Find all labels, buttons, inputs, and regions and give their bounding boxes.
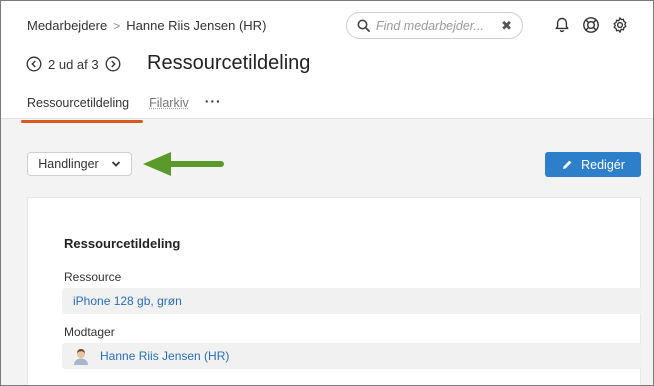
bell-icon[interactable] (553, 16, 571, 34)
pencil-icon (563, 160, 572, 169)
resource-link[interactable]: iPhone 128 gb, grøn (73, 294, 182, 308)
breadcrumb-root-link[interactable]: Medarbejdere (27, 18, 107, 33)
tab-filarkiv[interactable]: Filarkiv (143, 96, 195, 115)
chevron-right-icon: > (113, 18, 121, 33)
clear-icon[interactable]: ✖ (501, 18, 512, 34)
next-record-icon[interactable] (105, 56, 121, 72)
actions-dropdown-button[interactable]: Handlinger (27, 152, 132, 176)
more-tabs-icon[interactable]: ··· (205, 94, 222, 108)
edit-label: Redigér (581, 157, 625, 172)
chevron-down-icon (111, 161, 120, 167)
tab-ressourcetildeling[interactable]: Ressourcetildeling (21, 96, 144, 123)
record-pager: 2 ud af 3 (26, 56, 121, 72)
avatar (73, 347, 89, 365)
resource-card: Ressourcetildeling Ressource iPhone 128 … (27, 197, 642, 385)
pager-text: 2 ud af 3 (48, 56, 99, 72)
recipient-label: Modtager (64, 325, 115, 339)
page-header: Medarbejdere > Hanne Riis Jensen (HR) Fi… (1, 1, 653, 123)
help-lifebuoy-icon[interactable] (582, 16, 600, 34)
edit-button[interactable]: Redigér (545, 152, 641, 177)
gear-icon[interactable] (611, 16, 629, 34)
actions-label: Handlinger (38, 157, 99, 171)
recipient-link[interactable]: Hanne Riis Jensen (HR) (100, 349, 229, 363)
breadcrumb-current: Hanne Riis Jensen (HR) (126, 18, 267, 33)
search-placeholder: Find medarbejder... (376, 18, 484, 33)
breadcrumb: Medarbejdere > Hanne Riis Jensen (HR) (27, 18, 266, 33)
card-title: Ressourcetildeling (64, 236, 181, 251)
tab-bar: Ressourcetildeling Filarkiv ··· (21, 94, 222, 123)
search-input[interactable]: Find medarbejder... ✖ (346, 12, 523, 39)
resource-field: iPhone 128 gb, grøn (62, 288, 642, 314)
page-title: Ressourcetildeling (147, 52, 311, 74)
pointer-arrow-icon (143, 152, 224, 176)
header-icons (553, 16, 629, 34)
previous-record-icon[interactable] (26, 56, 42, 72)
resource-label: Ressource (64, 270, 122, 284)
app-window: Medarbejdere > Hanne Riis Jensen (HR) Fi… (0, 0, 654, 386)
search-icon (357, 19, 370, 32)
recipient-field: Hanne Riis Jensen (HR) (62, 343, 642, 369)
